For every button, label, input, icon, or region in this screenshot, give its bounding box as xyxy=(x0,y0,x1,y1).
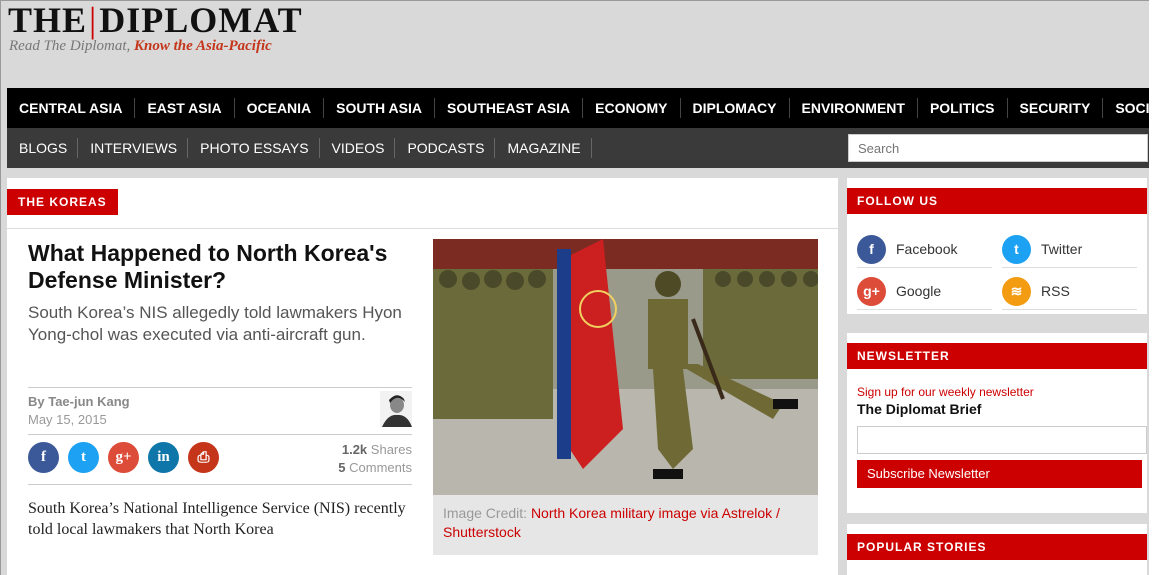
nav-item-central-asia[interactable]: CENTRAL ASIA xyxy=(7,98,136,118)
popular-panel: POPULAR STORIES xyxy=(847,524,1147,575)
nav-item-environment[interactable]: ENVIRONMENT xyxy=(790,98,918,118)
twitter-share-icon[interactable]: t xyxy=(68,442,99,473)
nav-item-economy[interactable]: ECONOMY xyxy=(583,98,681,118)
follow-google[interactable]: g+ Google xyxy=(857,273,992,310)
nav-item-society[interactable]: SOCIETY xyxy=(1103,98,1149,118)
image-credit-label: Image Credit: xyxy=(443,505,528,521)
newsletter-title: NEWSLETTER xyxy=(847,343,1147,369)
divider xyxy=(28,434,412,435)
newsletter-signup-text: Sign up for our weekly newsletter xyxy=(857,385,1034,399)
follow-panel: FOLLOW US f Facebook t Twitter g+ Google ≋ RSS xyxy=(847,178,1147,314)
nav-item-diplomacy[interactable]: DIPLOMACY xyxy=(681,98,790,118)
subscribe-button[interactable]: Subscribe Newsletter xyxy=(857,460,1142,488)
site-logo[interactable]: THE|DIPLOMAT xyxy=(8,1,303,39)
share-stats: 1.2k Shares 5 Comments xyxy=(307,441,412,477)
primary-nav: CENTRAL ASIA EAST ASIA OCEANIA SOUTH ASIA SO… xyxy=(7,88,1149,128)
google-icon: g+ xyxy=(857,276,886,306)
subnav-item-interviews[interactable]: INTERVIEWS xyxy=(78,138,189,158)
nav-item-south-asia[interactable]: SOUTH ASIA xyxy=(324,98,435,118)
category-tag[interactable]: THE KOREAS xyxy=(7,189,118,215)
follow-twitter[interactable]: t Twitter xyxy=(1002,231,1137,268)
subnav-item-photo-essays[interactable]: PHOTO ESSAYS xyxy=(188,138,320,158)
article-photo[interactable] xyxy=(433,239,818,495)
follow-label: Google xyxy=(896,283,942,299)
article-date: May 15, 2015 xyxy=(28,412,107,427)
divider xyxy=(28,484,412,485)
comment-count-value: 5 xyxy=(338,460,346,475)
article-subtitle: South Korea’s NIS allegedly told lawmake… xyxy=(28,303,402,344)
linkedin-share-icon[interactable]: in xyxy=(148,442,179,473)
subnav-item-videos[interactable]: VIDEOS xyxy=(320,138,396,158)
nav-item-security[interactable]: SECURITY xyxy=(1008,98,1104,118)
facebook-share-icon[interactable]: f xyxy=(28,442,59,473)
follow-label: RSS xyxy=(1041,283,1070,299)
google-plus-share-icon[interactable]: g+ xyxy=(108,442,139,473)
follow-facebook[interactable]: f Facebook xyxy=(857,231,992,268)
comment-count-label: Comments xyxy=(349,460,412,475)
share-count-label: Shares xyxy=(370,442,412,457)
subnav-item-podcasts[interactable]: PODCASTS xyxy=(395,138,496,158)
article-title: What Happened to North Korea's Defense M… xyxy=(28,240,388,293)
tagline-emphasis: Know the Asia-Pacific xyxy=(134,38,272,54)
page: THE|DIPLOMAT Read The Diplomat, Know the… xyxy=(0,0,1149,575)
nav-item-southeast-asia[interactable]: SOUTHEAST ASIA xyxy=(435,98,584,118)
article-main: THE KOREAS What Happened to North Korea'… xyxy=(7,178,838,575)
article-byline[interactable]: By Tae-jun Kang xyxy=(28,394,130,409)
nav-item-east-asia[interactable]: EAST ASIA xyxy=(135,98,235,118)
subnav-item-blogs[interactable]: BLOGS xyxy=(7,138,79,158)
newsletter-name: The Diplomat Brief xyxy=(857,401,982,417)
author-avatar[interactable] xyxy=(380,391,412,427)
twitter-icon: t xyxy=(1002,234,1031,264)
newsletter-panel: NEWSLETTER Sign up for our weekly newsle… xyxy=(847,333,1147,513)
logo-word-diplomat: DIPLOMAT xyxy=(99,0,303,40)
follow-rss[interactable]: ≋ RSS xyxy=(1002,273,1137,310)
popular-title: POPULAR STORIES xyxy=(847,534,1147,560)
facebook-icon: f xyxy=(857,234,886,264)
article-body: South Korea’s National Intelligence Serv… xyxy=(28,500,406,538)
nav-item-politics[interactable]: POLITICS xyxy=(918,98,1008,118)
follow-label: Facebook xyxy=(896,241,958,257)
header-divider xyxy=(7,228,838,229)
nav-item-oceania[interactable]: OCEANIA xyxy=(235,98,325,118)
search-input[interactable] xyxy=(848,134,1148,162)
follow-title: FOLLOW US xyxy=(847,188,1147,214)
site-tagline: Read The Diplomat, Know the Asia-Pacific xyxy=(9,38,272,55)
comment-count[interactable]: 5 Comments xyxy=(307,459,412,477)
tagline-text: Read The Diplomat, xyxy=(9,38,131,54)
share-count-value: 1.2k xyxy=(341,442,368,457)
follow-label: Twitter xyxy=(1041,241,1083,257)
divider xyxy=(28,387,412,388)
newsletter-email-input[interactable] xyxy=(857,426,1147,454)
logo-word-the: THE xyxy=(8,0,88,40)
rss-icon: ≋ xyxy=(1002,276,1031,306)
share-count: 1.2k Shares xyxy=(307,441,412,459)
subnav-item-magazine[interactable]: MAGAZINE xyxy=(495,138,592,158)
logo-divider: | xyxy=(89,0,98,40)
print-share-icon[interactable]: ⎙ xyxy=(188,442,219,473)
image-credit: Image Credit: North Korea military image… xyxy=(433,495,818,555)
